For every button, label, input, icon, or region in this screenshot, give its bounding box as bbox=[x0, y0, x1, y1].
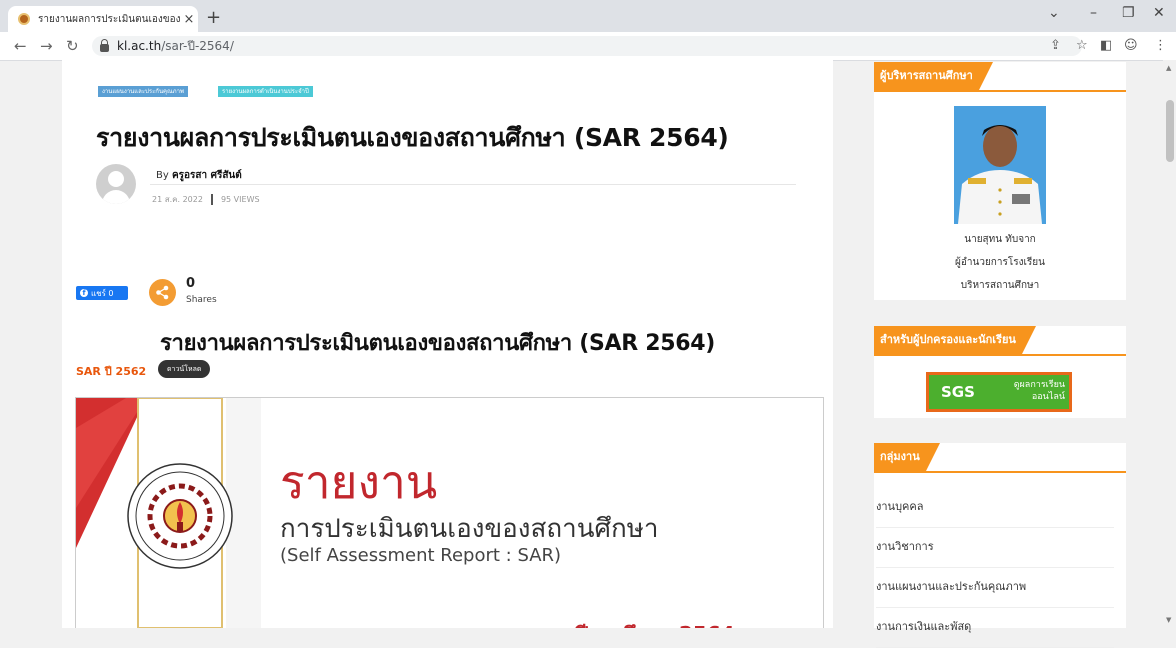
url-field[interactable]: kl.ac.th/sar-ปี-2564/ bbox=[92, 36, 1082, 56]
tab-title: รายงานผลการประเมินตนเองของสถาน bbox=[38, 13, 180, 25]
address-bar-row: ← → ↻ kl.ac.th/sar-ปี-2564/ ⇪ ☆ ◧ ☺ ⋮ bbox=[0, 32, 1176, 61]
view-count: 95 VIEWS bbox=[220, 195, 260, 204]
share-icon[interactable]: ⇪ bbox=[1050, 38, 1061, 53]
director-section: บริหารสถานศึกษา bbox=[960, 280, 1040, 291]
share-nodes-icon bbox=[156, 285, 169, 300]
groups-widget: กลุ่มงาน งานบุคคล งานวิชาการ งานแผนงานแล… bbox=[874, 443, 1126, 648]
menu-icon[interactable]: ⋮ bbox=[1154, 38, 1167, 53]
parents-widget: สำหรับผู้ปกครองและนักเรียน SGS ดูผลการเร… bbox=[874, 326, 1126, 418]
post-date: 21 ส.ค. 2022 bbox=[152, 195, 203, 204]
facebook-icon: f bbox=[80, 289, 88, 297]
scrollbar-thumb[interactable] bbox=[1166, 100, 1174, 162]
scroll-up-icon[interactable]: ▲ bbox=[1166, 64, 1171, 72]
meta-divider bbox=[150, 184, 796, 185]
groups-widget-title: กลุ่มงาน bbox=[874, 443, 940, 471]
director-role: ผู้อำนวยการโรงเรียน bbox=[955, 257, 1045, 268]
cover-year: ปีการศึกษา 2564 bbox=[576, 618, 735, 628]
new-tab-icon[interactable]: + bbox=[206, 7, 221, 28]
url-path: /sar-ปี-2564/ bbox=[161, 38, 234, 53]
group-link-personnel[interactable]: งานบุคคล bbox=[876, 487, 1114, 528]
tab-bar: รายงานผลการประเมินตนเองของสถาน × + ⌄ – ❐… bbox=[0, 0, 1176, 32]
facebook-share-button[interactable]: f แชร์ 0 bbox=[76, 286, 128, 300]
parents-widget-header: สำหรับผู้ปกครองและนักเรียน bbox=[874, 326, 1126, 356]
share-count: 0 bbox=[186, 276, 196, 291]
facebook-share-label: แชร์ 0 bbox=[91, 288, 114, 298]
article-title: รายงานผลการประเมินตนเองของสถานศึกษา (SAR… bbox=[96, 123, 729, 152]
admin-widget: ผู้บริหารสถานศึกษา นายสุทน ทับจาก ผู้อำน… bbox=[874, 62, 1126, 300]
page-scrollbar[interactable]: ▲ ▼ bbox=[1163, 60, 1176, 628]
by-label: By bbox=[156, 170, 169, 181]
scroll-down-icon[interactable]: ▼ bbox=[1166, 616, 1171, 624]
director-photo bbox=[954, 106, 1046, 224]
share-button[interactable] bbox=[149, 279, 176, 306]
lock-icon[interactable] bbox=[100, 39, 109, 52]
restore-icon[interactable]: ❐ bbox=[1122, 5, 1135, 21]
group-link-academic[interactable]: งานวิชาการ bbox=[876, 527, 1114, 568]
cover-subtitle: การประเมินตนเองของสถานศึกษา bbox=[280, 514, 659, 544]
cover-english-subtitle: (Self Assessment Report : SAR) bbox=[280, 545, 562, 566]
tab-search-icon[interactable]: ⌄ bbox=[1048, 5, 1060, 21]
sgs-label: SGS bbox=[941, 383, 975, 401]
admin-widget-header: ผู้บริหารสถานศึกษา bbox=[874, 62, 1126, 92]
browser-tab[interactable]: รายงานผลการประเมินตนเองของสถาน × bbox=[8, 6, 198, 32]
profile-icon[interactable]: ☺ bbox=[1124, 38, 1138, 53]
groups-widget-header: กลุ่มงาน bbox=[874, 443, 1126, 473]
sar-2562-link[interactable]: SAR ปี 2562 bbox=[76, 362, 146, 380]
close-window-icon[interactable]: ✕ bbox=[1153, 5, 1165, 21]
article-area: งานแผนงานและประกันคุณภาพ รายงานผลการดำเน… bbox=[62, 60, 833, 628]
post-meta: 21 ส.ค. 2022 95 VIEWS bbox=[152, 193, 260, 206]
byline: By ครูอรสา ศรีสันต์ bbox=[156, 168, 242, 183]
content-heading: รายงานผลการประเมินตนเองของสถานศึกษา (SAR… bbox=[160, 331, 716, 356]
sidepanel-icon[interactable]: ◧ bbox=[1100, 38, 1112, 53]
author-avatar[interactable] bbox=[96, 164, 136, 204]
category-tag-annual-report[interactable]: รายงานผลการดำเนินงานประจำปี bbox=[218, 86, 313, 97]
star-icon[interactable]: ☆ bbox=[1076, 38, 1088, 53]
url-domain: kl.ac.th bbox=[117, 39, 162, 53]
forward-icon[interactable]: → bbox=[40, 37, 53, 55]
author-name[interactable]: ครูอรสา ศรีสันต์ bbox=[172, 170, 242, 181]
minimize-icon[interactable]: – bbox=[1090, 5, 1097, 21]
admin-widget-title: ผู้บริหารสถานศึกษา bbox=[874, 62, 993, 90]
shares-label: Shares bbox=[186, 295, 217, 305]
sidebar: ผู้บริหารสถานศึกษา นายสุทน ทับจาก ผู้อำน… bbox=[852, 60, 1158, 648]
parents-widget-title: สำหรับผู้ปกครองและนักเรียน bbox=[874, 326, 1036, 354]
group-link-planning[interactable]: งานแผนงานและประกันคุณภาพ bbox=[876, 567, 1114, 608]
site-favicon bbox=[18, 13, 30, 25]
category-tag-planning[interactable]: งานแผนงานและประกันคุณภาพ bbox=[98, 86, 188, 97]
reload-icon[interactable]: ↻ bbox=[66, 37, 79, 55]
download-button[interactable]: ดาวน์โหลด bbox=[158, 360, 211, 378]
back-icon[interactable]: ← bbox=[14, 37, 27, 55]
director-name: นายสุทน ทับจาก bbox=[964, 234, 1036, 245]
close-tab-icon[interactable]: × bbox=[180, 12, 198, 27]
report-cover-image: รายงาน การประเมินตนเองของสถานศึกษา (Self… bbox=[75, 397, 824, 628]
sgs-button[interactable]: SGS ดูผลการเรียน ออนไลน์ bbox=[926, 372, 1072, 412]
sgs-caption: ดูผลการเรียน ออนไลน์ bbox=[1013, 380, 1065, 402]
